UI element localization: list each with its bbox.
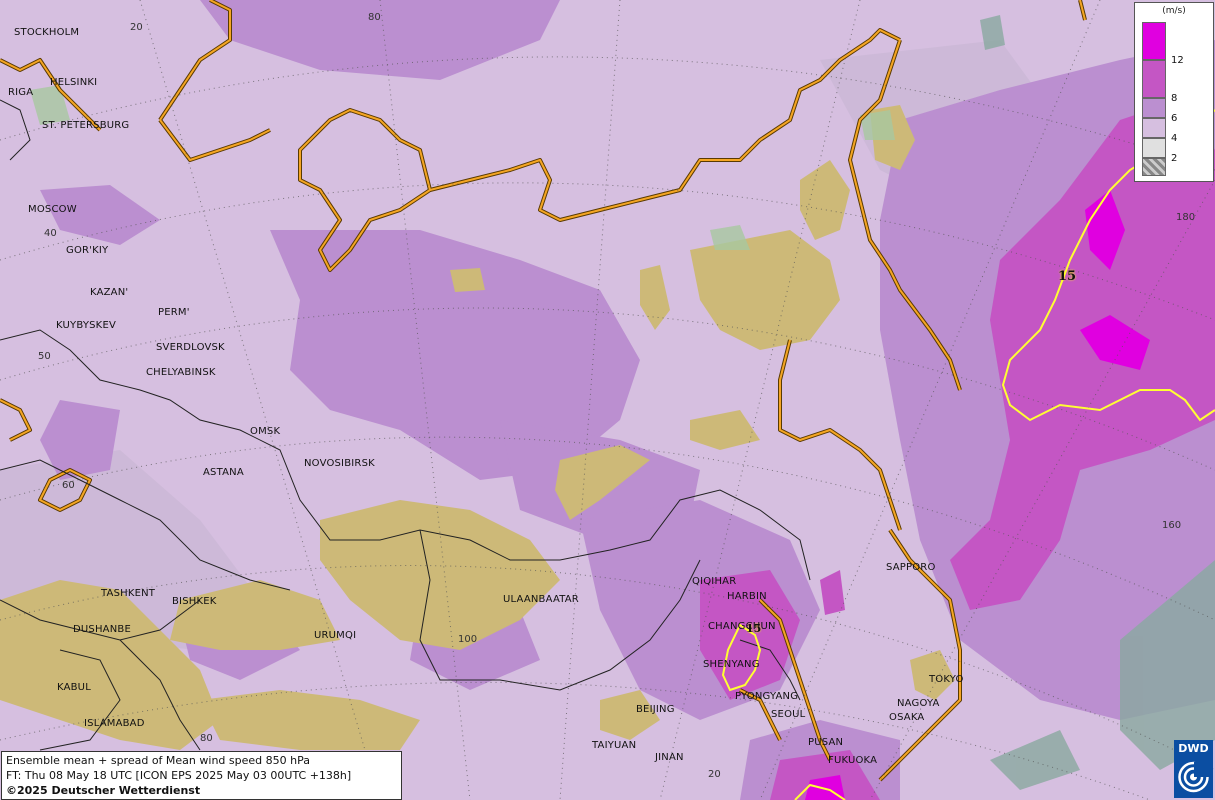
grid-label: 50 <box>38 351 51 362</box>
legend-tick: 12 <box>1171 55 1184 66</box>
city-label: SAPPORO <box>886 562 936 573</box>
city-label: MOSCOW <box>28 204 77 215</box>
grid-label: 60 <box>62 480 75 491</box>
city-label: SHENYANG <box>703 659 760 670</box>
city-label: PUSAN <box>808 737 844 748</box>
wind-speed-map <box>0 0 1215 800</box>
city-label: SVERDLOVSK <box>156 342 225 353</box>
city-label: SEOUL <box>771 709 806 720</box>
legend-tick: 2 <box>1171 153 1178 164</box>
grid-label: 20 <box>130 22 143 33</box>
city-label: TASHKENT <box>101 588 156 599</box>
city-label: ISLAMABAD <box>84 718 145 729</box>
legend-swatch-2 <box>1142 138 1166 158</box>
city-label: STOCKHOLM <box>14 27 80 38</box>
info-box: Ensemble mean + spread of Mean wind spee… <box>1 751 402 800</box>
city-label: OMSK <box>250 426 281 437</box>
grid-label: 40 <box>44 228 57 239</box>
city-label: TAIYUAN <box>592 740 637 751</box>
city-label: QIQIHAR <box>692 576 737 587</box>
legend-swatch-8 <box>1142 60 1166 98</box>
grid-label: 180 <box>1176 212 1196 223</box>
city-label: CHELYABINSK <box>146 367 216 378</box>
contour-label: 15 <box>1058 269 1077 284</box>
legend-tick: 6 <box>1171 113 1178 124</box>
city-label: BEIJING <box>636 704 675 715</box>
city-label: PYONGYANG <box>735 691 799 702</box>
grid-label: 20 <box>708 769 721 780</box>
city-label: HELSINKI <box>50 77 98 88</box>
city-label: ASTANA <box>203 467 244 478</box>
legend-swatch-below <box>1142 158 1166 176</box>
grid-label: 80 <box>200 733 213 744</box>
legend-tick: 8 <box>1171 93 1178 104</box>
color-legend: (m/s) 12 8 6 4 2 <box>1134 2 1214 182</box>
city-label: HARBIN <box>727 591 767 602</box>
legend-unit: (m/s) <box>1162 6 1186 16</box>
dwd-logo-text: DWD <box>1178 742 1209 755</box>
copyright: ©2025 Deutscher Wetterdienst <box>6 784 201 797</box>
grid-label: 80 <box>368 12 381 23</box>
city-label: KABUL <box>57 682 91 693</box>
city-label: KUYBYSKEV <box>56 320 117 331</box>
city-label: ULAANBAATAR <box>503 594 579 605</box>
legend-swatch-6 <box>1142 98 1166 118</box>
city-label: BISHKEK <box>172 596 217 607</box>
grid-label: 100 <box>458 634 478 645</box>
city-label: TOKYO <box>929 674 964 685</box>
city-label: OSAKA <box>889 712 925 723</box>
grid-label: 160 <box>1162 520 1182 531</box>
city-label: GOR'KIY <box>66 245 109 256</box>
forecast-time: FT: Thu 08 May 18 UTC [ICON EPS 2025 May… <box>6 769 352 782</box>
city-label: PERM' <box>158 307 190 318</box>
product-title: Ensemble mean + spread of Mean wind spee… <box>6 754 310 767</box>
city-label: URUMQI <box>314 630 357 641</box>
city-label: ST. PETERSBURG <box>42 120 130 131</box>
city-label: KAZAN' <box>90 287 129 298</box>
city-label: NOVOSIBIRSK <box>304 458 375 469</box>
city-label: JINAN <box>655 752 684 763</box>
city-label: RIGA <box>8 87 34 98</box>
legend-swatch-12 <box>1142 22 1166 60</box>
legend-tick: 4 <box>1171 133 1178 144</box>
swirl-icon <box>1178 761 1209 793</box>
city-label: FUKUOKA <box>828 755 878 766</box>
city-label: NAGOYA <box>897 698 940 709</box>
city-label: CHANGCHUN <box>708 621 776 632</box>
legend-swatch-4 <box>1142 118 1166 138</box>
dwd-logo: DWD <box>1174 740 1213 798</box>
city-label: DUSHANBE <box>73 624 131 635</box>
